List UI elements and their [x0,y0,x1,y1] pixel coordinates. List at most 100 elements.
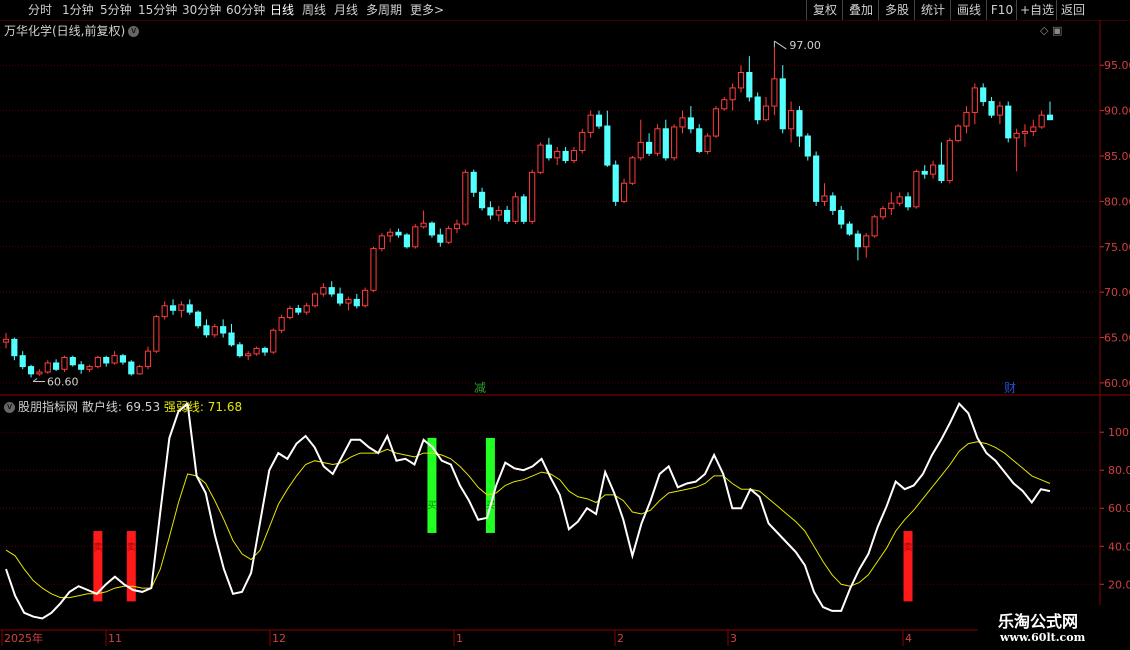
candle-body [612,164,619,202]
candle-body [270,329,277,353]
main-y-tick-label: 80.00 [1104,195,1130,208]
x-axis-label: 2 [617,632,624,645]
candle-body [938,164,945,182]
candle-body [579,131,586,152]
candle-body [487,207,494,216]
candle-body [504,209,511,222]
candle-body [412,226,419,248]
candle-body [804,135,811,157]
candle-body [36,371,43,375]
candle-body [1021,130,1029,134]
candle-body [211,326,218,336]
candle-body [303,305,310,313]
candle-body [161,305,168,318]
x-axis-label: 1 [456,632,463,645]
candle-body [595,114,603,127]
candle-body [111,355,118,364]
candle-body [445,228,452,243]
candle-body [520,196,527,222]
candle-body [203,325,210,336]
candle-body [913,170,920,208]
retail-line [5,401,1051,620]
x-axis-label: 12 [272,632,286,645]
candle-body [311,293,319,307]
candle-body [846,223,853,235]
candle-body [646,141,653,154]
candle-body [136,366,143,375]
candle-body [395,231,402,236]
candle-body [721,99,728,110]
candle-body [1038,114,1045,128]
sell-signal-label: 卖 [127,542,136,553]
candle-body [387,231,394,237]
low-pointer [32,378,46,382]
low-label: 60.60 [47,375,79,388]
candle-body [829,195,836,211]
main-y-tick-label: 95.00 [1104,59,1130,72]
candle-body [295,307,302,313]
candle-body [86,366,93,370]
sub-y-tick-label: 80.00 [1108,464,1130,477]
candle-body [220,326,227,334]
candle-body [821,195,828,202]
candle-body [462,171,469,225]
high-pointer [773,40,787,50]
stock-chart[interactable]: 95.00 90.00 85.00 80.00 75.00 70.00 65.00 60.00… [0,0,1130,650]
x-axis-label: 3 [730,632,737,645]
candle-body [554,150,561,159]
candle-body [103,357,110,364]
candle-body [178,304,185,311]
candle-body [570,150,578,162]
candle-body [428,222,436,236]
watermark-url: www.60lt.com [1000,631,1086,644]
candle-body [495,209,502,216]
candle-body [946,140,953,182]
candle-body [854,233,861,248]
candle-body [921,170,928,175]
event-marker: 财 [1004,381,1016,395]
candle-body [662,128,669,159]
buy-signal-label: 买 [427,500,436,511]
candle-body [320,287,327,295]
candle-body [888,202,895,210]
candle-body [403,234,410,248]
event-marker: 减 [474,381,486,395]
candle-body [537,144,544,173]
sell-signal-label: 卖 [904,542,913,553]
candle-body [278,317,285,331]
main-y-tick-label: 85.00 [1104,150,1130,163]
candle-body [1030,126,1037,132]
sub-y-tick-label: 20.00 [1108,578,1130,591]
candle-body [119,355,127,363]
candle-body [328,287,335,295]
candle-body [1013,132,1020,139]
candle-body [1005,105,1012,139]
candle-body [545,144,552,159]
candle-body [78,364,85,370]
candle-body [27,366,35,375]
candle-body [604,125,611,166]
candle-body [345,298,352,304]
candle-body [712,108,720,137]
candle-body [980,87,987,103]
candle-body [128,361,135,375]
candle-body [896,196,903,204]
sub-y-tick-label: 100.0 [1108,426,1130,439]
candle-body [529,171,536,222]
candle-body [654,128,661,154]
candle-body [370,248,377,291]
candle-body [378,235,385,250]
high-label: 97.00 [789,39,821,52]
candle-body [562,150,569,162]
candle-body [629,157,636,184]
candle-body [754,96,761,121]
candle-body [286,307,294,319]
candle-body [153,316,160,352]
candle-body [704,135,711,152]
candle-body [94,357,101,368]
main-y-tick-label: 60.00 [1104,377,1130,390]
candle-body [871,216,878,237]
main-y-tick-label: 75.00 [1104,241,1130,254]
candle-body [746,71,753,98]
candle-body [737,71,745,89]
